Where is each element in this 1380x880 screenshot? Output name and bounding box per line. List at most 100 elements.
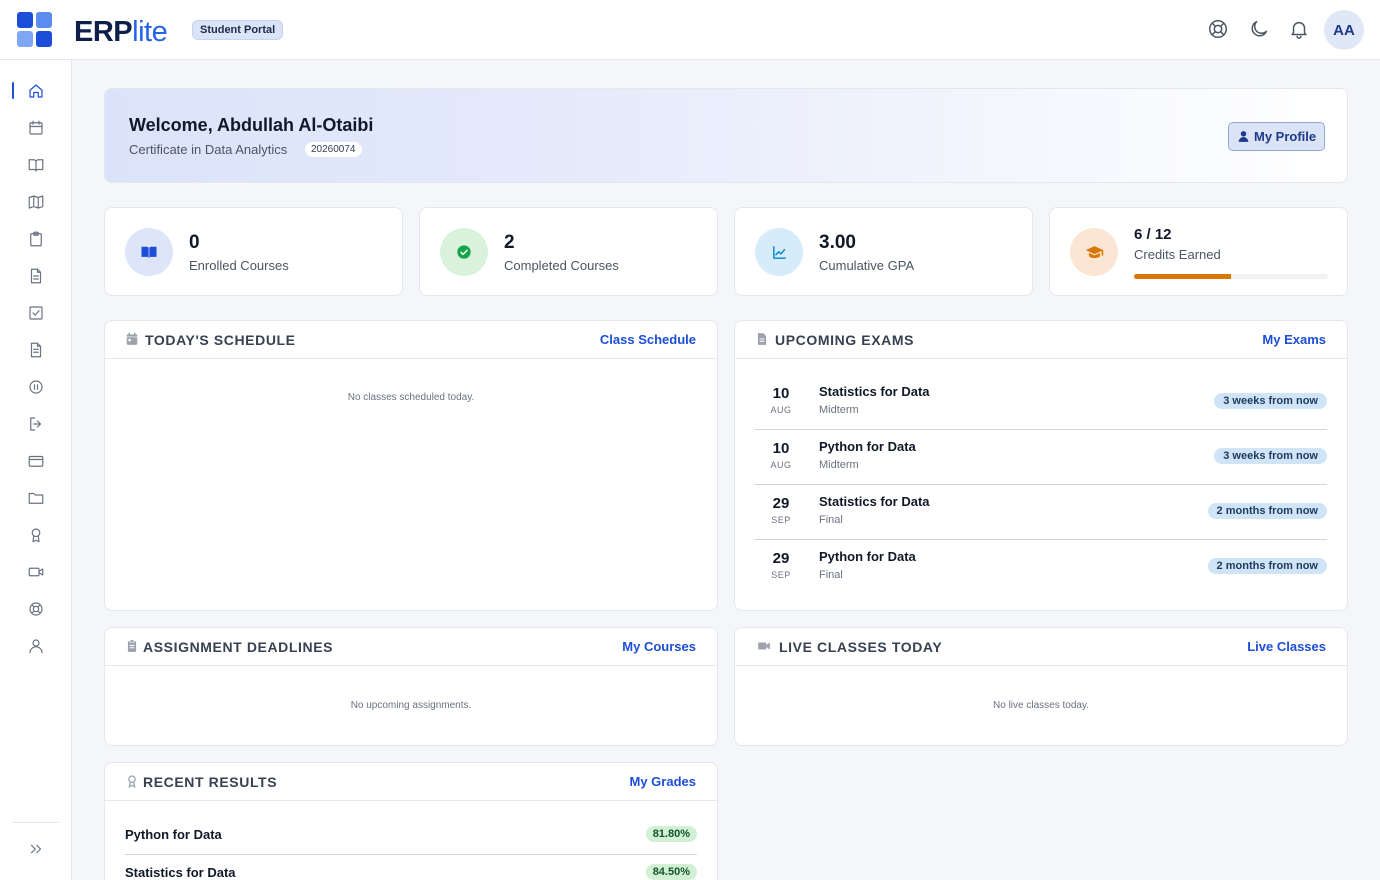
result-score-badge: 81.80% bbox=[645, 826, 697, 842]
panel-header: ASSIGNMENT DEADLINES My Courses bbox=[105, 628, 717, 666]
exam-course: Statistics for Data bbox=[819, 494, 930, 509]
sidebar-item-files[interactable] bbox=[24, 338, 48, 362]
sidebar-item-courses[interactable] bbox=[24, 153, 48, 177]
my-exams-link[interactable]: My Exams bbox=[1262, 332, 1326, 347]
folder-icon bbox=[28, 492, 44, 504]
sidebar-item-folder[interactable] bbox=[24, 486, 48, 510]
panel-header: LIVE CLASSES TODAY Live Classes bbox=[735, 628, 1347, 666]
exam-row[interactable]: 10 AUG Python for Data Midterm 3 weeks f… bbox=[755, 430, 1327, 485]
sidebar-item-exit[interactable] bbox=[24, 412, 48, 436]
credits-progress-bar bbox=[1134, 274, 1328, 279]
credits-progress-fill bbox=[1134, 274, 1231, 279]
exam-day: 29 bbox=[772, 495, 790, 512]
pause-circle-icon bbox=[29, 380, 43, 394]
check-circle-icon bbox=[440, 228, 488, 276]
my-profile-button[interactable]: My Profile bbox=[1228, 122, 1326, 151]
stat-cumulative-gpa[interactable]: 3.00 Cumulative GPA bbox=[734, 207, 1033, 296]
clipboard-icon bbox=[127, 640, 137, 652]
sidebar-item-home[interactable] bbox=[24, 79, 48, 103]
exam-month: SEP bbox=[771, 570, 791, 580]
life-buoy-icon bbox=[29, 602, 43, 616]
upcoming-exams-panel: UPCOMING EXAMS My Exams 10 AUG Statistic… bbox=[734, 320, 1348, 611]
stat-value: 6 / 12 bbox=[1134, 226, 1172, 243]
user-icon bbox=[29, 639, 43, 654]
todays-schedule-panel: TODAY'S SCHEDULE Class Schedule No class… bbox=[104, 320, 718, 611]
check-square-icon bbox=[29, 306, 43, 320]
sidebar-divider bbox=[12, 822, 59, 823]
portal-badge: Student Portal bbox=[192, 20, 284, 40]
welcome-greeting: Welcome, Abdullah Al-Otaibi bbox=[129, 115, 374, 135]
sidebar-item-documents[interactable] bbox=[24, 264, 48, 288]
file-text-icon bbox=[757, 333, 767, 345]
chevrons-right-icon bbox=[30, 844, 42, 854]
exam-when-badge: 3 weeks from now bbox=[1214, 393, 1327, 409]
sidebar-item-support[interactable] bbox=[24, 597, 48, 621]
my-courses-link[interactable]: My Courses bbox=[622, 639, 696, 654]
exam-day: 10 bbox=[772, 385, 790, 402]
stat-value: 0 bbox=[189, 232, 200, 253]
recent-results-panel: RECENT RESULTS My Grades Python for Data… bbox=[104, 762, 718, 880]
stat-value: 3.00 bbox=[819, 232, 856, 253]
panel-title: TODAY'S SCHEDULE bbox=[145, 332, 296, 348]
home-icon bbox=[29, 84, 43, 98]
live-classes-panel: LIVE CLASSES TODAY Live Classes No live … bbox=[734, 627, 1348, 746]
assignment-deadlines-panel: ASSIGNMENT DEADLINES My Courses No upcom… bbox=[104, 627, 718, 746]
result-row[interactable]: Statistics for Data 84.50% bbox=[125, 855, 697, 880]
clipboard-icon bbox=[30, 231, 42, 247]
live-classes-link[interactable]: Live Classes bbox=[1247, 639, 1326, 654]
sidebar-expand-button[interactable] bbox=[24, 837, 48, 861]
exam-type: Midterm bbox=[819, 459, 859, 471]
top-bar: ERPlite Student Portal AA bbox=[0, 0, 1380, 60]
exam-type: Midterm bbox=[819, 404, 859, 416]
exam-row[interactable]: 10 AUG Statistics for Data Midterm 3 wee… bbox=[755, 375, 1327, 430]
exam-row[interactable]: 29 SEP Statistics for Data Final 2 month… bbox=[755, 485, 1327, 540]
program-name: Certificate in Data Analytics bbox=[129, 142, 288, 157]
stat-value: 2 bbox=[504, 232, 515, 253]
user-avatar[interactable]: AA bbox=[1324, 10, 1364, 50]
sidebar-item-payments[interactable] bbox=[24, 449, 48, 473]
result-row[interactable]: Python for Data 81.80% bbox=[125, 817, 697, 855]
sidebar-item-profile[interactable] bbox=[24, 634, 48, 658]
exam-when-badge: 3 weeks from now bbox=[1214, 448, 1327, 464]
log-out-icon bbox=[30, 417, 42, 431]
exam-day: 29 bbox=[772, 550, 790, 567]
sidebar-item-certificates[interactable] bbox=[24, 523, 48, 547]
file-text-icon bbox=[30, 268, 42, 284]
sidebar-active-indicator bbox=[12, 82, 14, 99]
help-lifebuoy-icon[interactable] bbox=[1207, 18, 1231, 42]
file-icon bbox=[30, 342, 42, 358]
sidebar-item-map[interactable] bbox=[24, 190, 48, 214]
stat-credits-earned[interactable]: 6 / 12 Credits Earned bbox=[1049, 207, 1348, 296]
panel-header: UPCOMING EXAMS My Exams bbox=[735, 321, 1347, 359]
exam-type: Final bbox=[819, 569, 843, 581]
sidebar-item-clipboard[interactable] bbox=[24, 227, 48, 251]
sidebar-item-live[interactable] bbox=[24, 560, 48, 584]
panel-title: RECENT RESULTS bbox=[143, 774, 278, 790]
credit-card-icon bbox=[28, 455, 44, 467]
sidebar-item-pause[interactable] bbox=[24, 375, 48, 399]
book-open-icon bbox=[28, 159, 44, 172]
stat-label: Credits Earned bbox=[1134, 247, 1221, 262]
stat-label: Completed Courses bbox=[504, 258, 619, 273]
dark-mode-moon-icon[interactable] bbox=[1248, 18, 1272, 42]
panel-header: RECENT RESULTS My Grades bbox=[105, 763, 717, 801]
student-id-badge: 20260074 bbox=[305, 142, 362, 157]
notifications-bell-icon[interactable] bbox=[1288, 18, 1312, 42]
panel-header: TODAY'S SCHEDULE Class Schedule bbox=[105, 321, 717, 359]
empty-state-text: No live classes today. bbox=[993, 700, 1089, 711]
exam-row[interactable]: 29 SEP Python for Data Final 2 months fr… bbox=[755, 540, 1327, 595]
welcome-banner: Welcome, Abdullah Al-Otaibi Certificate … bbox=[104, 88, 1348, 183]
result-score-badge: 84.50% bbox=[645, 864, 697, 880]
stat-enrolled-courses[interactable]: 0 Enrolled Courses bbox=[104, 207, 403, 296]
logo-icon[interactable] bbox=[17, 12, 53, 48]
exam-course: Python for Data bbox=[819, 549, 916, 564]
calendar-icon bbox=[126, 332, 138, 345]
exam-month: AUG bbox=[770, 405, 792, 415]
sidebar-item-calendar[interactable] bbox=[24, 116, 48, 140]
class-schedule-link[interactable]: Class Schedule bbox=[600, 332, 696, 347]
brand-name[interactable]: ERPlite bbox=[74, 16, 168, 49]
my-grades-link[interactable]: My Grades bbox=[630, 774, 696, 789]
sidebar-item-tasks[interactable] bbox=[24, 301, 48, 325]
stat-completed-courses[interactable]: 2 Completed Courses bbox=[419, 207, 718, 296]
panel-title: LIVE CLASSES TODAY bbox=[779, 639, 943, 655]
